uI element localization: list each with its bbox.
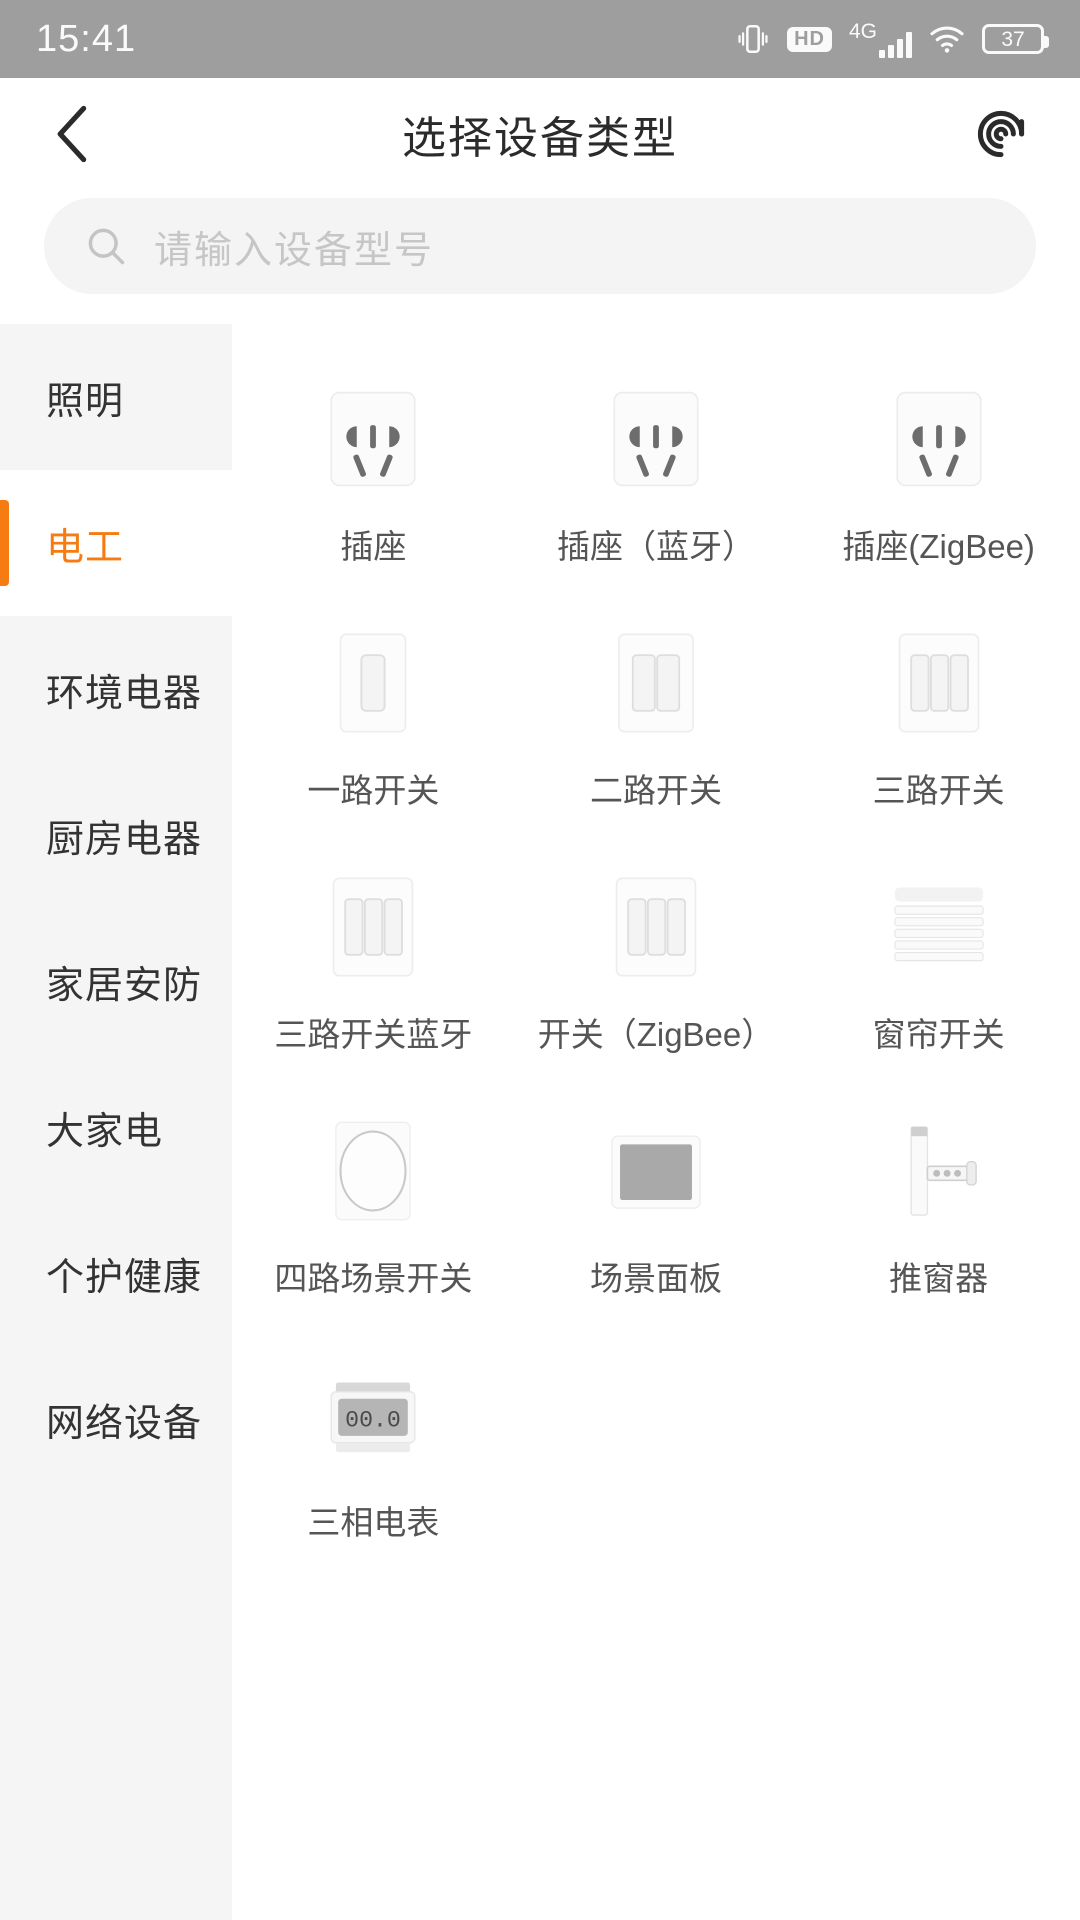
sidebar-item-huanjingdianqi[interactable]: 环境电器 bbox=[0, 616, 232, 762]
sidebar-item-zhaoming[interactable]: 照明 bbox=[0, 324, 232, 470]
device-label: 二路开关 bbox=[589, 772, 722, 809]
device-label: 三路开关蓝牙 bbox=[274, 1016, 473, 1053]
status-bar: 15:41 HD 4G 37 bbox=[0, 0, 1080, 78]
device-type-picker-screen: 15:41 HD 4G 37 选择设备类型 请输入设备型号 照明 电工 环境电器… bbox=[0, 0, 1080, 1920]
page-title: 选择设备类型 bbox=[402, 114, 678, 163]
vibrate-icon bbox=[736, 22, 770, 56]
scan-spiral-icon bbox=[977, 110, 1025, 158]
category-sidebar[interactable]: 照明 电工 环境电器 厨房电器 家居安防 大家电 个护健康 网络设备 bbox=[0, 324, 232, 1920]
device-grid: 插座 插座（蓝牙） 插座(ZigBee) 一路开关 二路开关 三路开关 三路开关… bbox=[232, 348, 1080, 1568]
socket-icon bbox=[587, 370, 725, 508]
device-item[interactable]: 窗帘开关 bbox=[797, 836, 1080, 1080]
meter-display-value: 00.0 bbox=[345, 1408, 401, 1434]
status-icon-group: HD 4G 37 bbox=[736, 21, 1049, 58]
device-label: 四路场景开关 bbox=[274, 1260, 473, 1297]
scene-screen-panel-icon bbox=[587, 1102, 725, 1240]
network-type-label: 4G bbox=[848, 19, 877, 43]
socket-icon bbox=[304, 370, 442, 508]
device-item[interactable]: 插座(ZigBee) bbox=[797, 348, 1080, 592]
sidebar-item-dajiadian[interactable]: 大家电 bbox=[0, 1054, 232, 1200]
switch-3gang-icon bbox=[870, 614, 1008, 752]
device-label: 插座 bbox=[340, 528, 407, 565]
device-label: 三路开关 bbox=[872, 772, 1005, 809]
sidebar-item-label: 网络设备 bbox=[46, 1402, 203, 1445]
device-label: 插座（蓝牙） bbox=[556, 528, 755, 565]
device-grid-pane[interactable]: 插座 插座（蓝牙） 插座(ZigBee) 一路开关 二路开关 三路开关 三路开关… bbox=[232, 324, 1080, 1920]
device-label: 三相电表 bbox=[307, 1504, 440, 1541]
navigation-bar: 选择设备类型 bbox=[0, 78, 1080, 190]
switch-3gang-icon bbox=[304, 858, 442, 996]
4g-icon: 4G bbox=[849, 21, 912, 58]
sidebar-item-label: 电工 bbox=[46, 526, 125, 569]
curtain-blind-icon bbox=[870, 858, 1008, 996]
status-time: 15:41 bbox=[36, 17, 137, 60]
device-item[interactable]: 二路开关 bbox=[515, 592, 798, 836]
device-label: 开关（ZigBee） bbox=[537, 1016, 775, 1053]
device-item[interactable]: 插座 bbox=[232, 348, 515, 592]
sidebar-item-chufangdianqi[interactable]: 厨房电器 bbox=[0, 762, 232, 908]
device-label: 场景面板 bbox=[589, 1260, 722, 1297]
sidebar-item-gehujiankang[interactable]: 个护健康 bbox=[0, 1200, 232, 1346]
device-item[interactable]: 三路开关蓝牙 bbox=[232, 836, 515, 1080]
round-knob-panel-icon bbox=[304, 1102, 442, 1240]
sidebar-item-label: 家居安防 bbox=[46, 964, 203, 1007]
chevron-left-icon bbox=[57, 105, 87, 163]
sidebar-item-label: 厨房电器 bbox=[46, 818, 203, 861]
battery-level-label: 37 bbox=[1001, 27, 1025, 51]
device-item[interactable]: 00.0 三相电表 bbox=[232, 1324, 515, 1568]
device-label: 一路开关 bbox=[307, 772, 440, 809]
device-item[interactable]: 三路开关 bbox=[797, 592, 1080, 836]
search-placeholder: 请输入设备型号 bbox=[154, 229, 435, 272]
battery-icon: 37 bbox=[982, 24, 1049, 54]
device-item[interactable]: 一路开关 bbox=[232, 592, 515, 836]
sidebar-item-label: 个护健康 bbox=[46, 1256, 203, 1299]
sidebar-item-label: 照明 bbox=[46, 380, 125, 423]
device-item[interactable]: 开关（ZigBee） bbox=[515, 836, 798, 1080]
back-button[interactable] bbox=[46, 102, 110, 166]
switch-1gang-icon bbox=[304, 614, 442, 752]
wifi-icon bbox=[929, 24, 965, 54]
search-icon bbox=[88, 228, 125, 265]
socket-icon bbox=[870, 370, 1008, 508]
search-section: 请输入设备型号 bbox=[0, 190, 1080, 324]
sidebar-item-wangluoshebei[interactable]: 网络设备 bbox=[0, 1346, 232, 1492]
switch-3gang-icon bbox=[587, 858, 725, 996]
switch-2gang-icon bbox=[587, 614, 725, 752]
hd-icon: HD bbox=[787, 26, 832, 52]
window-opener-icon bbox=[870, 1102, 1008, 1240]
signal-bars-icon bbox=[879, 31, 912, 58]
device-item[interactable]: 场景面板 bbox=[515, 1080, 798, 1324]
content-area: 照明 电工 环境电器 厨房电器 家居安防 大家电 个护健康 网络设备 插座 插座… bbox=[0, 324, 1080, 1920]
device-item[interactable]: 插座（蓝牙） bbox=[515, 348, 798, 592]
search-input[interactable]: 请输入设备型号 bbox=[44, 198, 1036, 294]
device-label: 窗帘开关 bbox=[872, 1016, 1005, 1053]
sidebar-item-diangong[interactable]: 电工 bbox=[0, 470, 232, 616]
sidebar-item-label: 环境电器 bbox=[46, 672, 203, 715]
scan-button[interactable] bbox=[968, 101, 1034, 167]
device-label: 推窗器 bbox=[889, 1260, 989, 1297]
power-meter-icon: 00.0 bbox=[304, 1346, 442, 1484]
sidebar-item-jiajuanfang[interactable]: 家居安防 bbox=[0, 908, 232, 1054]
device-item[interactable]: 四路场景开关 bbox=[232, 1080, 515, 1324]
sidebar-item-label: 大家电 bbox=[46, 1110, 164, 1153]
device-label: 插座(ZigBee) bbox=[842, 528, 1035, 565]
device-item[interactable]: 推窗器 bbox=[797, 1080, 1080, 1324]
